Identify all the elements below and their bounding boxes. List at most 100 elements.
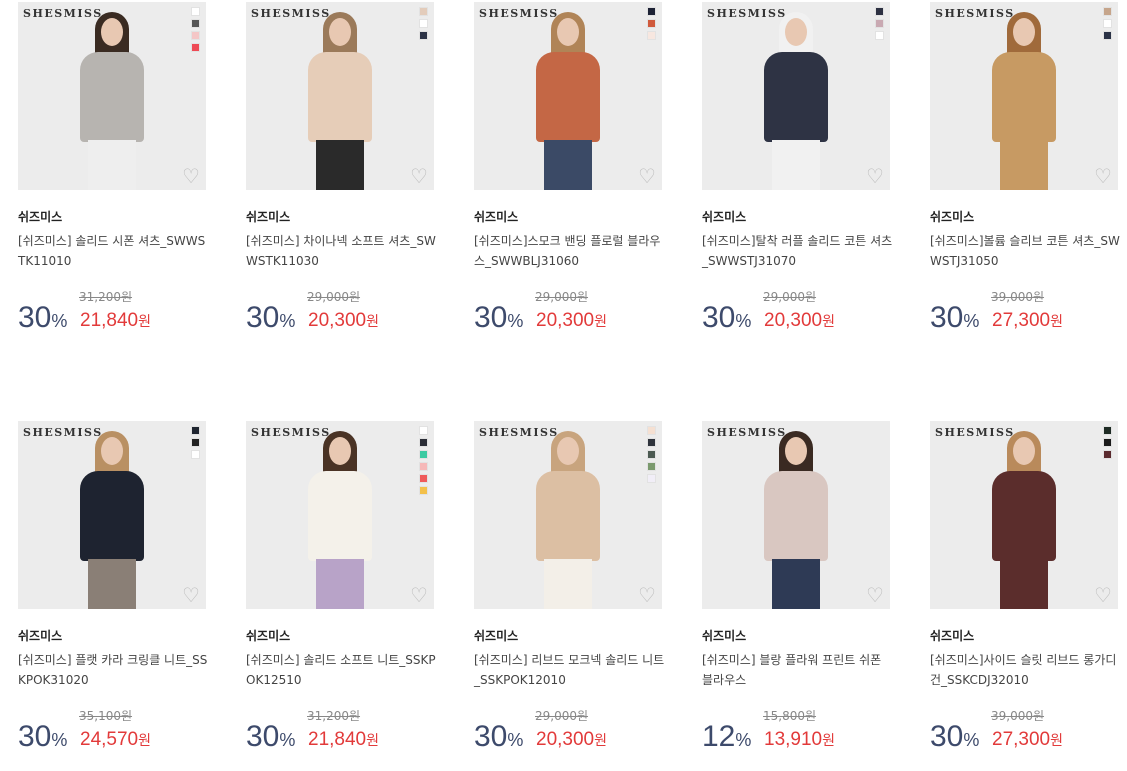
product-name[interactable]: [쉬즈미스] 리브드 모크넥 솔리드 니트_SSKPOK12010 — [474, 650, 666, 690]
wishlist-heart-icon[interactable]: ♡ — [636, 166, 658, 186]
product-name[interactable]: [쉬즈미스] 솔리드 소프트 니트_SSKPOK12510 — [246, 650, 438, 690]
model-bottom — [544, 559, 592, 609]
price-unit: 원 — [594, 732, 608, 748]
sale-price-value: 13,910 — [764, 729, 823, 750]
product-card[interactable]: SHESMISS ♡ 쉬즈미스 [쉬즈미스]스모크 밴딩 플로럴 블라우스_SW… — [474, 2, 664, 352]
model-face — [329, 18, 351, 46]
product-card[interactable]: SHESMISS ♡ 쉬즈미스 [쉬즈미스] 플랫 카라 크링클 니트_SSKP… — [18, 421, 208, 771]
discount-rate: 30% — [474, 298, 523, 341]
model-bottom — [772, 559, 820, 609]
discount-unit: % — [51, 311, 68, 331]
model-top — [764, 52, 828, 142]
product-brand[interactable]: 쉬즈미스 — [18, 208, 62, 225]
product-image[interactable]: SHESMISS ♡ — [930, 421, 1118, 609]
model-face — [101, 437, 123, 465]
discount-unit: % — [279, 730, 296, 750]
product-name[interactable]: [쉬즈미스]탈착 러플 솔리드 코튼 셔츠_SWWSTJ31070 — [702, 231, 894, 271]
wishlist-heart-icon[interactable]: ♡ — [636, 585, 658, 605]
product-name[interactable]: [쉬즈미스]스모크 밴딩 플로럴 블라우스_SWWBLJ31060 — [474, 231, 666, 271]
color-swatches — [647, 426, 656, 483]
model-bottom — [88, 559, 136, 609]
discount-rate: 30% — [18, 717, 67, 760]
color-swatch — [875, 31, 884, 40]
wishlist-heart-icon[interactable]: ♡ — [864, 166, 886, 186]
color-swatches — [191, 426, 200, 459]
product-card[interactable]: SHESMISS ♡ 쉬즈미스 [쉬즈미스] 블랑 플라워 프린트 쉬폰 블라우… — [702, 421, 892, 771]
product-brand[interactable]: 쉬즈미스 — [702, 208, 746, 225]
product-card[interactable]: SHESMISS ♡ 쉬즈미스 [쉬즈미스]볼륨 슬리브 코튼 셔츠_SWWST… — [930, 2, 1120, 352]
discount-value: 30 — [930, 301, 964, 334]
product-name[interactable]: [쉬즈미스]사이드 슬릿 리브드 롱가디건_SSKCDJ32010 — [930, 650, 1122, 690]
price-unit: 원 — [1050, 313, 1064, 329]
color-swatches — [647, 7, 656, 40]
price-unit: 원 — [366, 313, 380, 329]
product-card[interactable]: SHESMISS ♡ 쉬즈미스 [쉬즈미스]사이드 슬릿 리브드 롱가디건_SS… — [930, 421, 1120, 771]
original-price: 39,000원 — [991, 709, 1045, 723]
price-unit: 원 — [138, 313, 152, 329]
product-image[interactable]: SHESMISS ♡ — [930, 2, 1118, 190]
product-name[interactable]: [쉬즈미스] 솔리드 시폰 셔츠_SWWSTK11010 — [18, 231, 210, 271]
product-image[interactable]: SHESMISS ♡ — [702, 2, 890, 190]
sale-price: 21,840원 — [80, 308, 151, 334]
model-figure — [964, 2, 1084, 190]
color-swatch — [419, 450, 428, 459]
color-swatch — [419, 426, 428, 435]
product-brand[interactable]: 쉬즈미스 — [18, 627, 62, 644]
product-name[interactable]: [쉬즈미스] 블랑 플라워 프린트 쉬폰 블라우스 — [702, 650, 894, 690]
product-brand[interactable]: 쉬즈미스 — [474, 627, 518, 644]
discount-rate: 30% — [18, 298, 67, 341]
model-top — [80, 52, 144, 142]
wishlist-heart-icon[interactable]: ♡ — [408, 166, 430, 186]
model-figure — [736, 421, 856, 609]
product-card[interactable]: SHESMISS ♡ 쉬즈미스 [쉬즈미스] 솔리드 시폰 셔츠_SWWSTK1… — [18, 2, 208, 352]
wishlist-heart-icon[interactable]: ♡ — [1092, 585, 1114, 605]
color-swatch — [647, 474, 656, 483]
color-swatches — [419, 426, 428, 495]
color-swatches — [419, 7, 428, 40]
discount-value: 30 — [246, 301, 280, 334]
product-name[interactable]: [쉬즈미스]볼륨 슬리브 코튼 셔츠_SWWSTJ31050 — [930, 231, 1122, 271]
wishlist-heart-icon[interactable]: ♡ — [180, 166, 202, 186]
color-swatch — [191, 7, 200, 16]
wishlist-heart-icon[interactable]: ♡ — [408, 585, 430, 605]
product-card[interactable]: SHESMISS ♡ 쉬즈미스 [쉬즈미스] 리브드 모크넥 솔리드 니트_SS… — [474, 421, 664, 771]
color-swatch — [875, 19, 884, 28]
product-card[interactable]: SHESMISS ♡ 쉬즈미스 [쉬즈미스] 차이나넥 소프트 셔츠_SWWST… — [246, 2, 436, 352]
wishlist-heart-icon[interactable]: ♡ — [180, 585, 202, 605]
product-card[interactable]: SHESMISS ♡ 쉬즈미스 [쉬즈미스]탈착 러플 솔리드 코튼 셔츠_SW… — [702, 2, 892, 352]
sale-price-value: 20,300 — [308, 310, 367, 331]
discount-unit: % — [963, 311, 980, 331]
discount-value: 12 — [702, 720, 736, 753]
product-brand[interactable]: 쉬즈미스 — [930, 208, 974, 225]
model-figure — [280, 2, 400, 190]
product-image[interactable]: SHESMISS ♡ — [474, 2, 662, 190]
product-image[interactable]: SHESMISS ♡ — [702, 421, 890, 609]
product-name[interactable]: [쉬즈미스] 플랫 카라 크링클 니트_SSKPOK31020 — [18, 650, 210, 690]
color-swatch — [191, 19, 200, 28]
original-price: 31,200원 — [79, 290, 133, 304]
product-image[interactable]: SHESMISS ♡ — [246, 421, 434, 609]
sale-price-value: 24,570 — [80, 729, 139, 750]
product-brand[interactable]: 쉬즈미스 — [702, 627, 746, 644]
model-face — [1013, 18, 1035, 46]
product-image[interactable]: SHESMISS ♡ — [18, 2, 206, 190]
sale-price-value: 20,300 — [536, 310, 595, 331]
color-swatch — [419, 474, 428, 483]
color-swatch — [647, 426, 656, 435]
discount-rate: 30% — [702, 298, 751, 341]
product-brand[interactable]: 쉬즈미스 — [246, 627, 290, 644]
model-figure — [508, 2, 628, 190]
wishlist-heart-icon[interactable]: ♡ — [1092, 166, 1114, 186]
product-image[interactable]: SHESMISS ♡ — [246, 2, 434, 190]
product-image[interactable]: SHESMISS ♡ — [18, 421, 206, 609]
wishlist-heart-icon[interactable]: ♡ — [864, 585, 886, 605]
product-card[interactable]: SHESMISS ♡ 쉬즈미스 [쉬즈미스] 솔리드 소프트 니트_SSKPOK… — [246, 421, 436, 771]
product-brand[interactable]: 쉬즈미스 — [474, 208, 518, 225]
model-bottom — [1000, 559, 1048, 609]
product-brand[interactable]: 쉬즈미스 — [246, 208, 290, 225]
product-brand[interactable]: 쉬즈미스 — [930, 627, 974, 644]
model-top — [80, 471, 144, 561]
product-name[interactable]: [쉬즈미스] 차이나넥 소프트 셔츠_SWWSTK11030 — [246, 231, 438, 271]
color-swatch — [191, 438, 200, 447]
product-image[interactable]: SHESMISS ♡ — [474, 421, 662, 609]
